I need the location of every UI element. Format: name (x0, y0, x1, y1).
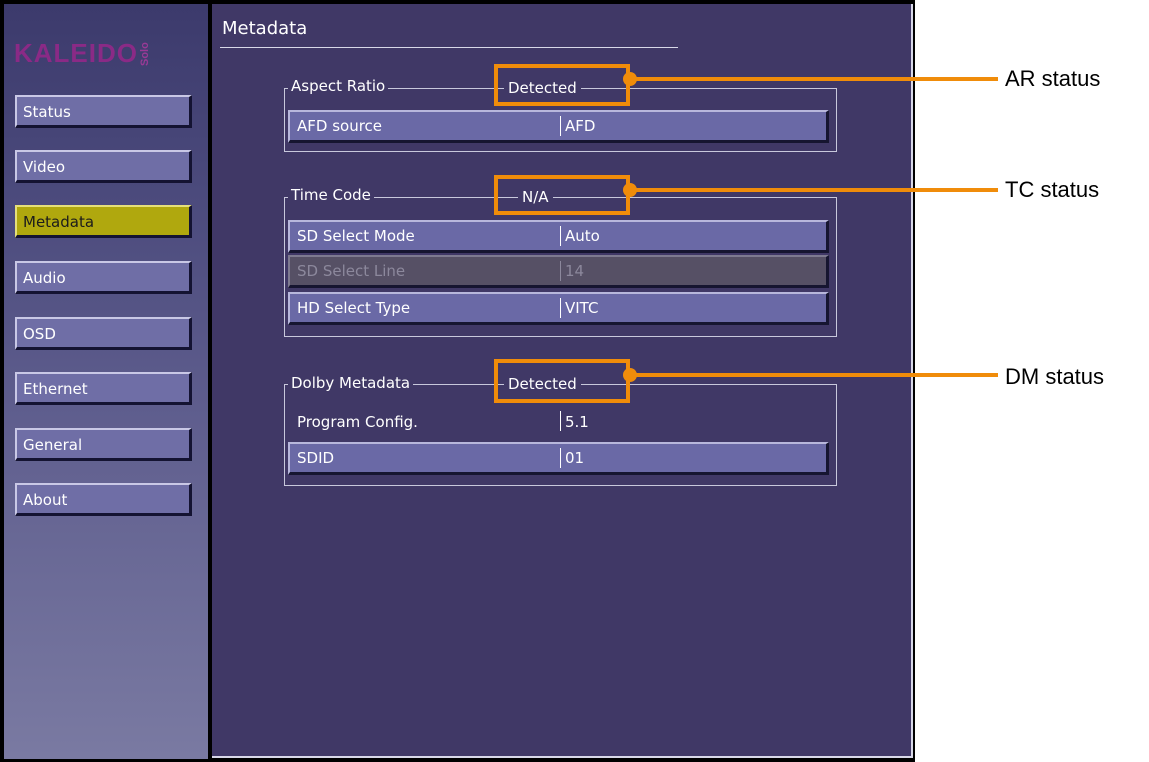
sd-select-mode-value: Auto (565, 227, 600, 245)
row-divider (560, 298, 561, 318)
program-config-row: Program Config. 5.1 (288, 411, 829, 439)
sd-select-line-row: SD Select Line 14 (288, 255, 829, 288)
sd-select-line-value: 14 (565, 262, 585, 280)
sdid-label: SDID (297, 449, 335, 467)
dm-status-label: DM status (1005, 364, 1105, 389)
hd-select-type-row[interactable]: HD Select Type VITC (288, 292, 829, 325)
hd-select-type-label: HD Select Type (297, 299, 411, 317)
nav-osd-button[interactable]: OSD (15, 317, 192, 350)
sdid-value: 01 (565, 449, 585, 467)
nav-video-button[interactable]: Video (15, 150, 192, 183)
tc-status-label: TC status (1005, 177, 1100, 202)
nav-audio-button[interactable]: Audio (15, 261, 192, 294)
page-title: Metadata (222, 18, 308, 39)
row-divider (560, 261, 561, 281)
afd-source-row[interactable]: AFD source AFD (288, 110, 829, 143)
row-divider (560, 116, 561, 136)
afd-source-value: AFD (565, 117, 596, 135)
sd-select-mode-label: SD Select Mode (297, 227, 415, 245)
logo-brand: KALEIDO (14, 38, 138, 68)
row-divider (560, 448, 561, 468)
tc-callout-line (630, 188, 998, 192)
row-divider (560, 226, 561, 246)
ar-status-label: AR status (1005, 66, 1101, 91)
tc-status-highlight (494, 175, 630, 215)
nav-status-button[interactable]: Status (15, 95, 192, 128)
sd-select-mode-row[interactable]: SD Select Mode Auto (288, 220, 829, 253)
program-config-value: 5.1 (565, 413, 589, 431)
hd-select-type-value: VITC (565, 299, 599, 317)
ar-callout-line (630, 77, 998, 81)
time-code-legend: Time Code (288, 186, 374, 204)
sdid-row[interactable]: SDID 01 (288, 442, 829, 475)
dm-status-highlight (494, 359, 630, 403)
kaleido-logo: KALEIDO Solo (14, 34, 151, 66)
sd-select-line-label: SD Select Line (297, 262, 406, 280)
device-frame: KALEIDO Solo Status Video Metadata Audio… (0, 0, 915, 762)
dolby-metadata-legend: Dolby Metadata (288, 374, 414, 392)
afd-source-label: AFD source (297, 117, 383, 135)
title-underline (220, 47, 678, 48)
ar-status-highlight (494, 64, 630, 106)
sidebar: KALEIDO Solo Status Video Metadata Audio… (4, 4, 208, 759)
nav-general-button[interactable]: General (15, 428, 192, 461)
row-divider (560, 411, 561, 431)
dm-callout-line (630, 373, 998, 377)
nav-ethernet-button[interactable]: Ethernet (15, 372, 192, 405)
nav-about-button[interactable]: About (15, 483, 192, 516)
program-config-label: Program Config. (297, 413, 418, 431)
logo-edition: Solo (139, 42, 151, 66)
nav-metadata-button[interactable]: Metadata (15, 205, 192, 238)
aspect-ratio-legend: Aspect Ratio (288, 77, 389, 95)
